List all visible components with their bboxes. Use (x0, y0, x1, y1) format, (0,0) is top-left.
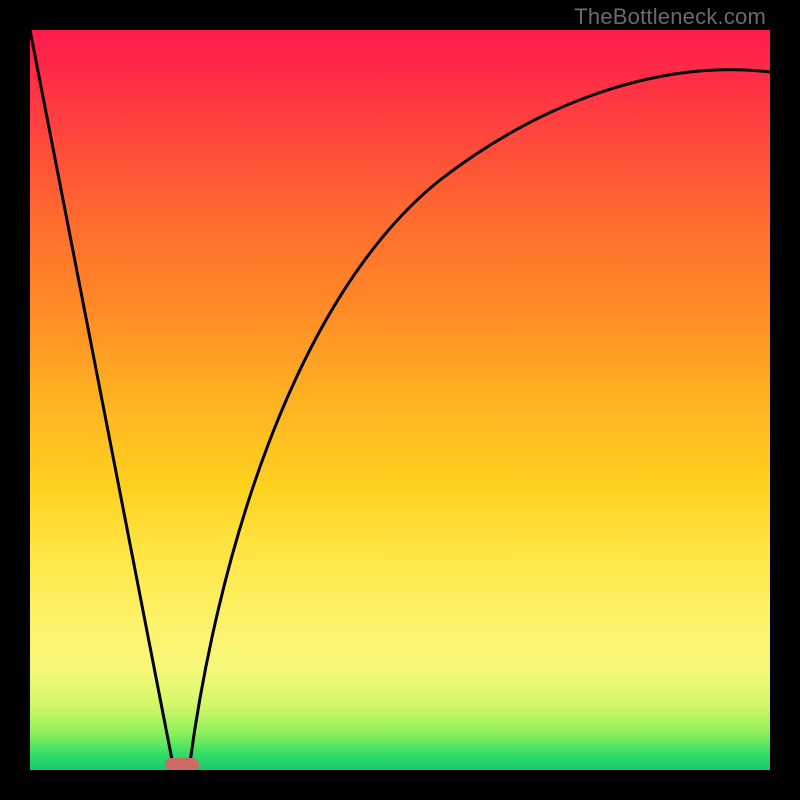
curve-left-arm (30, 30, 174, 770)
watermark-text: TheBottleneck.com (574, 4, 766, 30)
optimum-marker (165, 758, 199, 770)
bottleneck-curve (30, 30, 770, 770)
plot-area (30, 30, 770, 770)
curve-right-arm (189, 70, 770, 770)
